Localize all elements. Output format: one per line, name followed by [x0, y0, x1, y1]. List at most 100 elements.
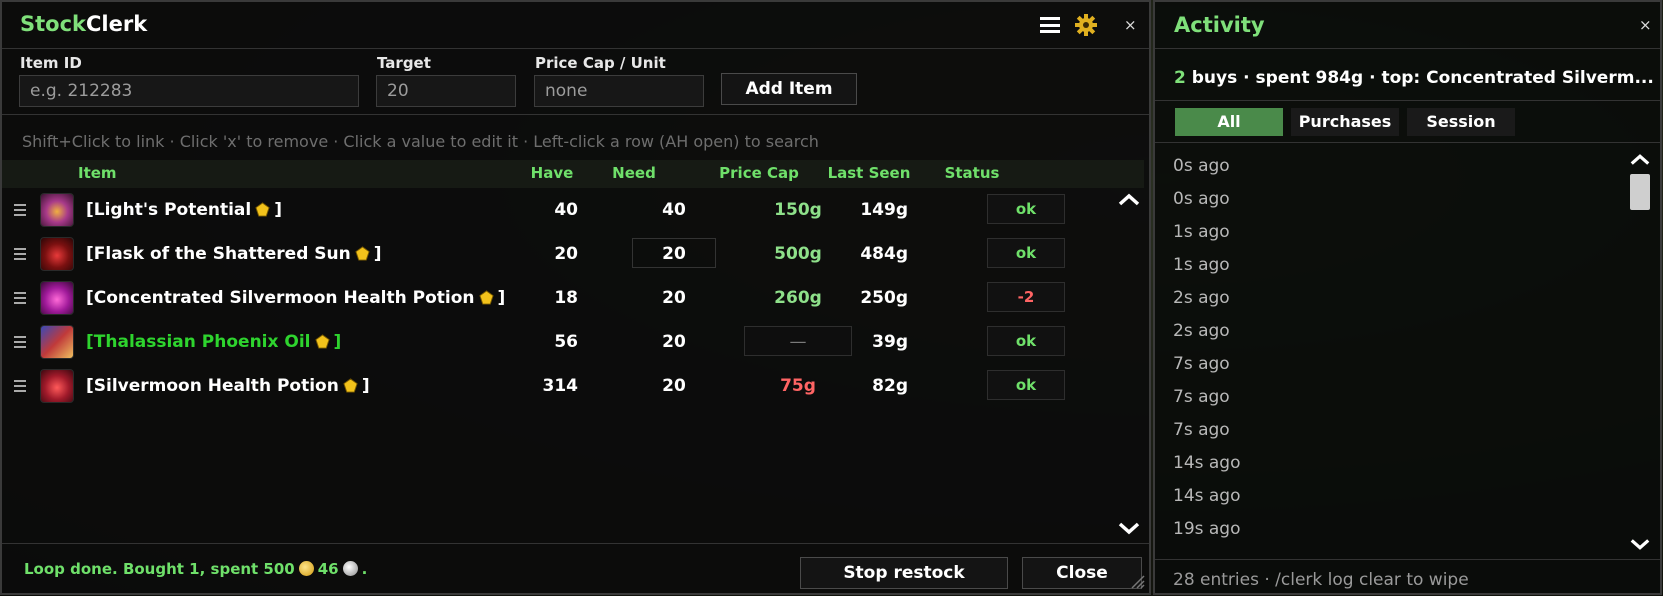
menu-icon[interactable]	[1040, 17, 1060, 33]
target-input[interactable]: 20	[376, 75, 516, 107]
log-entry: 1s ago	[1173, 222, 1230, 242]
drag-handle-icon[interactable]	[14, 380, 26, 392]
log-entry: 7s ago	[1173, 420, 1230, 440]
need-value[interactable]: 20	[632, 288, 716, 308]
item-icon[interactable]	[40, 237, 74, 271]
need-value[interactable]: 40	[632, 200, 716, 220]
log-entry: 7s ago	[1173, 387, 1230, 407]
price-cap-label: Price Cap / Unit	[535, 54, 666, 72]
log-entry: 0s ago	[1173, 189, 1230, 209]
have-value: 56	[554, 332, 578, 352]
status-badge: ok	[987, 326, 1065, 356]
add-item-button[interactable]: Add Item	[721, 73, 857, 105]
status-badge: ok	[987, 194, 1065, 224]
stop-restock-button[interactable]: Stop restock	[800, 557, 1008, 589]
tab-purchases[interactable]: Purchases	[1291, 108, 1399, 136]
hint-text: Shift+Click to link · Click 'x' to remov…	[22, 132, 819, 151]
log-entry: 14s ago	[1173, 453, 1241, 473]
need-value[interactable]: 20	[632, 332, 716, 352]
have-value: 314	[542, 376, 579, 396]
log-entry: 2s ago	[1173, 321, 1230, 341]
status-badge: ok	[987, 370, 1065, 400]
scrollbar-thumb[interactable]	[1630, 174, 1650, 210]
last-seen-value: 484g	[860, 244, 908, 264]
col-item[interactable]: Item	[78, 164, 117, 182]
item-link[interactable]: [Concentrated Silvermoon Health Potion]	[86, 288, 505, 308]
divider	[1155, 559, 1660, 560]
need-value[interactable]: 20	[632, 244, 716, 264]
close-button[interactable]: Close	[1022, 557, 1142, 589]
have-value: 20	[554, 244, 578, 264]
have-value: 18	[554, 288, 578, 308]
game-viewport: StockClerk × Item ID e.g. 212283 Target …	[0, 0, 1663, 596]
price-cap-value[interactable]: 500g	[744, 244, 852, 264]
col-price-cap[interactable]: Price Cap	[704, 164, 814, 182]
silver-coin-icon	[342, 561, 358, 576]
window-title: StockClerk	[20, 12, 148, 36]
activity-footer: 28 entries · /clerk log clear to wipe	[1173, 570, 1469, 590]
last-seen-value: 39g	[872, 332, 908, 352]
close-icon[interactable]: ×	[1124, 16, 1137, 34]
drag-handle-icon[interactable]	[14, 336, 26, 348]
log-entry: 19s ago	[1173, 519, 1241, 539]
price-cap-value[interactable]: —	[744, 332, 852, 352]
price-cap-input[interactable]: none	[534, 75, 704, 107]
last-seen-value: 82g	[872, 376, 908, 396]
item-id-label: Item ID	[20, 54, 82, 72]
need-value[interactable]: 20	[632, 376, 716, 396]
log-entry: 7s ago	[1173, 354, 1230, 374]
chevron-down-icon[interactable]	[1117, 522, 1141, 536]
divider	[1155, 48, 1660, 49]
item-link[interactable]: [Flask of the Shattered Sun]	[86, 244, 382, 264]
gem-icon	[255, 202, 270, 217]
table-row[interactable]: [Flask of the Shattered Sun] 20 20 500g …	[2, 232, 1144, 276]
divider	[1155, 142, 1660, 143]
log-entry: 14s ago	[1173, 486, 1241, 506]
activity-summary: 2 buys · spent 984g · top: Concentrated …	[1174, 68, 1654, 88]
col-status[interactable]: Status	[927, 164, 1017, 182]
item-icon[interactable]	[40, 325, 74, 359]
table-row[interactable]: [Light's Potential] 40 40 150g 149g ok	[2, 188, 1144, 232]
tab-all[interactable]: All	[1175, 108, 1283, 136]
item-icon[interactable]	[40, 281, 74, 315]
item-icon[interactable]	[40, 193, 74, 227]
col-have[interactable]: Have	[522, 164, 582, 182]
tab-session[interactable]: Session	[1407, 108, 1515, 136]
gem-icon	[355, 246, 370, 261]
col-need[interactable]: Need	[604, 164, 664, 182]
stockclerk-window: StockClerk × Item ID e.g. 212283 Target …	[0, 0, 1151, 595]
resize-grip-icon[interactable]	[1129, 573, 1145, 589]
log-entry: 2s ago	[1173, 288, 1230, 308]
col-last-seen[interactable]: Last Seen	[814, 164, 924, 182]
close-icon[interactable]: ×	[1639, 16, 1652, 34]
table-row[interactable]: [Silvermoon Health Potion] 314 20 75g 82…	[2, 364, 1144, 408]
status-badge: ok	[987, 238, 1065, 268]
price-cap-value[interactable]: 260g	[744, 288, 852, 308]
drag-handle-icon[interactable]	[14, 248, 26, 260]
log-entry: 1s ago	[1173, 255, 1230, 275]
gear-icon[interactable]	[1074, 13, 1098, 37]
chevron-down-icon[interactable]	[1629, 538, 1651, 552]
drag-handle-icon[interactable]	[14, 292, 26, 304]
price-cap-value[interactable]: 150g	[744, 200, 852, 220]
last-seen-value: 250g	[860, 288, 908, 308]
table-row[interactable]: [Concentrated Silvermoon Health Potion] …	[2, 276, 1144, 320]
item-icon[interactable]	[40, 369, 74, 403]
title-bar[interactable]: StockClerk ×	[2, 2, 1149, 48]
have-value: 40	[554, 200, 578, 220]
item-link[interactable]: [Light's Potential]	[86, 200, 282, 220]
divider	[1155, 100, 1660, 101]
gold-coin-icon	[298, 561, 314, 576]
item-link[interactable]: [Silvermoon Health Potion]	[86, 376, 370, 396]
table-row[interactable]: [Thalassian Phoenix Oil] 56 20 — 39g ok	[2, 320, 1144, 364]
item-link[interactable]: [Thalassian Phoenix Oil]	[86, 332, 341, 352]
chevron-up-icon[interactable]	[1117, 192, 1141, 206]
price-cap-value[interactable]: 75g	[744, 376, 852, 396]
divider	[2, 543, 1149, 544]
last-seen-value: 149g	[860, 200, 908, 220]
drag-handle-icon[interactable]	[14, 204, 26, 216]
chevron-up-icon[interactable]	[1629, 152, 1651, 166]
divider	[2, 114, 1149, 115]
item-id-input[interactable]: e.g. 212283	[19, 75, 359, 107]
activity-title: Activity	[1174, 13, 1265, 37]
